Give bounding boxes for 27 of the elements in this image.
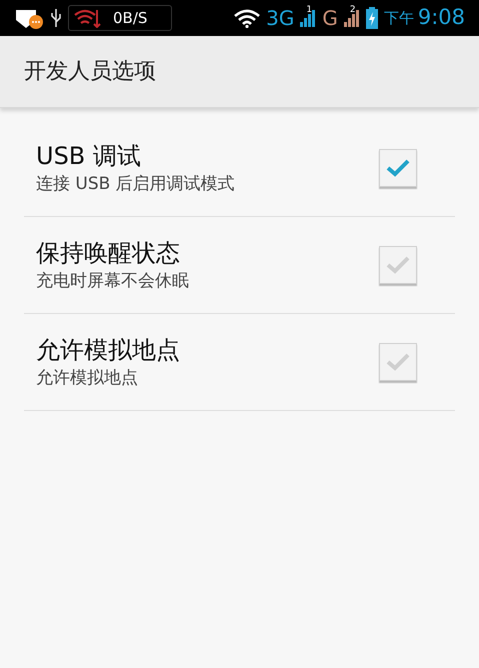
setting-summary: 连接 USB 后启用调试模式 (36, 173, 236, 196)
battery-charging-icon (366, 7, 378, 29)
setting-summary: 允许模拟地点 (36, 367, 139, 390)
setting-item[interactable]: USB 调试 连接 USB 后启用调试模式 (24, 120, 455, 217)
checkbox[interactable] (379, 246, 417, 284)
setting-title: USB 调试 (36, 141, 142, 172)
page-title: 开发人员选项 (24, 58, 156, 86)
setting-summary: 充电时屏幕不会休眠 (36, 270, 190, 293)
speed-text: 0B/S (113, 8, 148, 29)
setting-item[interactable]: 允许模拟地点 允许模拟地点 (24, 314, 455, 411)
setting-title: 保持唤醒状态 (36, 238, 181, 269)
clock-period: 下午 (384, 8, 414, 29)
check-icon (386, 159, 410, 177)
setting-title: 允许模拟地点 (36, 335, 181, 366)
setting-item[interactable]: 保持唤醒状态 充电时屏幕不会休眠 (24, 217, 455, 314)
sim-number: 1 (306, 6, 312, 15)
network-type: G (322, 8, 338, 28)
check-icon (386, 353, 410, 371)
wifi-icon (234, 8, 260, 28)
checkbox[interactable] (379, 149, 417, 187)
network-type: 3G (266, 8, 294, 28)
check-icon (386, 256, 410, 274)
checkbox[interactable] (379, 343, 417, 381)
wifi-alert-icon (73, 8, 103, 28)
sim-number: 2 (350, 6, 356, 15)
clock-time: 9:08 (418, 4, 465, 32)
usb-icon (50, 8, 62, 28)
